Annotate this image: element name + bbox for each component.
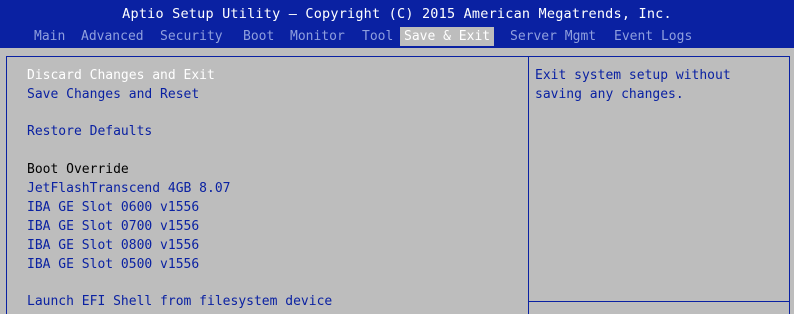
bios-setup-screen: Aptio Setup Utility – Copyright (C) 2015…: [0, 0, 794, 314]
tab-bar: Main Advanced Security Boot Monitor Tool…: [0, 27, 794, 46]
tab-advanced[interactable]: Advanced: [81, 27, 144, 46]
help-text-line-2: saving any changes.: [535, 87, 684, 102]
menu-item-launch-efi-shell[interactable]: Launch EFI Shell from filesystem device: [27, 294, 332, 310]
tab-tool[interactable]: Tool: [362, 27, 393, 46]
menu-item-boot-jetflash[interactable]: JetFlashTranscend 4GB 8.07: [27, 181, 231, 197]
help-divider: [528, 301, 790, 302]
menu-pane: Discard Changes and Exit Save Changes an…: [6, 56, 529, 314]
menu-item-restore-defaults[interactable]: Restore Defaults: [27, 124, 152, 140]
boot-override-heading: Boot Override: [27, 162, 129, 177]
tab-monitor[interactable]: Monitor: [290, 27, 345, 46]
tab-save-and-exit[interactable]: Save & Exit: [400, 27, 495, 46]
menu-item-boot-iba-slot-0600[interactable]: IBA GE Slot 0600 v1556: [27, 200, 199, 216]
tab-main[interactable]: Main: [34, 27, 65, 46]
tab-event-logs[interactable]: Event Logs: [614, 27, 692, 46]
content-area: Discard Changes and Exit Save Changes an…: [0, 48, 794, 314]
tab-security[interactable]: Security: [160, 27, 223, 46]
menu-item-save-changes-and-reset[interactable]: Save Changes and Reset: [27, 87, 199, 103]
tab-server-mgmt[interactable]: Server Mgmt: [510, 27, 596, 46]
header-bar: Aptio Setup Utility – Copyright (C) 2015…: [0, 0, 794, 48]
tab-boot[interactable]: Boot: [243, 27, 274, 46]
menu-item-boot-iba-slot-0500[interactable]: IBA GE Slot 0500 v1556: [27, 257, 199, 273]
utility-title: Aptio Setup Utility – Copyright (C) 2015…: [122, 6, 672, 22]
menu-item-boot-iba-slot-0700[interactable]: IBA GE Slot 0700 v1556: [27, 219, 199, 235]
help-pane: Exit system setup without saving any cha…: [528, 56, 790, 314]
menu-item-discard-changes-and-exit[interactable]: Discard Changes and Exit: [27, 68, 215, 84]
menu-item-boot-iba-slot-0800[interactable]: IBA GE Slot 0800 v1556: [27, 238, 199, 254]
help-text-line-1: Exit system setup without: [535, 68, 731, 83]
